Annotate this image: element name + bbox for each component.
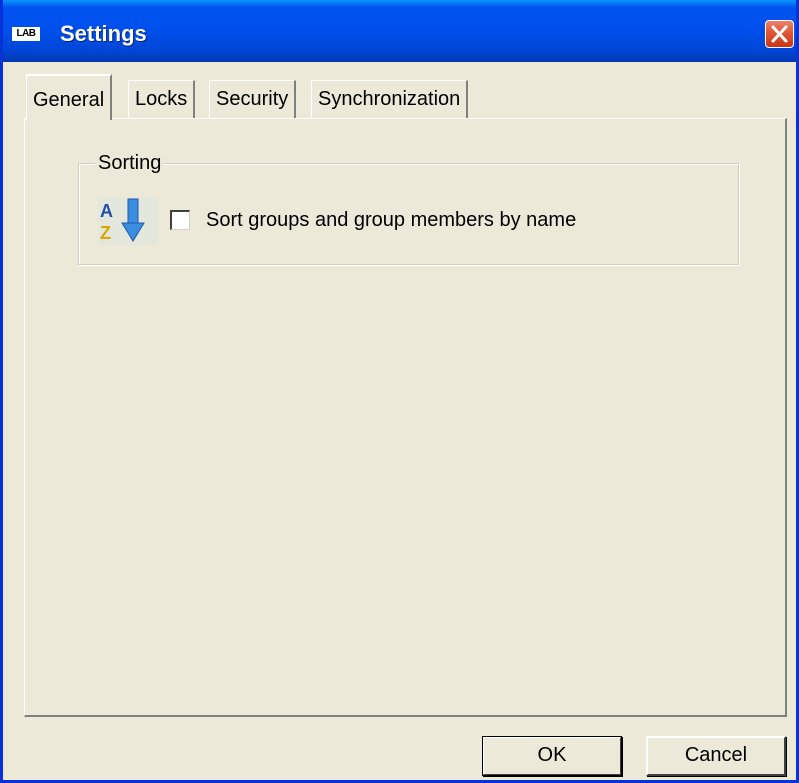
- title-bar[interactable]: LAB Settings: [3, 0, 796, 62]
- sort-az-icon: A Z: [98, 197, 158, 245]
- cancel-button[interactable]: Cancel: [646, 736, 786, 776]
- sort-by-name-checkbox[interactable]: [170, 210, 190, 230]
- close-icon: [771, 25, 788, 43]
- tab-general[interactable]: General: [26, 74, 113, 120]
- sorting-group-title: Sorting: [95, 152, 165, 174]
- ok-button[interactable]: OK: [482, 736, 622, 776]
- svg-text:Z: Z: [100, 223, 111, 243]
- svg-text:A: A: [100, 201, 113, 221]
- sorting-groupbox: Sorting A Z Sort groups and group member…: [78, 152, 739, 265]
- close-button[interactable]: [765, 20, 794, 48]
- sort-by-name-label[interactable]: Sort groups and group members by name: [206, 207, 576, 233]
- tab-locks[interactable]: Locks: [128, 80, 196, 118]
- tab-security[interactable]: Security: [209, 80, 297, 118]
- ok-button-label: OK: [537, 744, 567, 766]
- window-title: Settings: [60, 21, 147, 46]
- tab-synchronization[interactable]: Synchronization: [311, 80, 469, 118]
- tab-panel-general: Sorting A Z Sort groups and group member…: [24, 118, 787, 717]
- settings-window: LAB Settings General Locks Security Sync…: [0, 0, 799, 783]
- app-logo: LAB: [12, 27, 40, 41]
